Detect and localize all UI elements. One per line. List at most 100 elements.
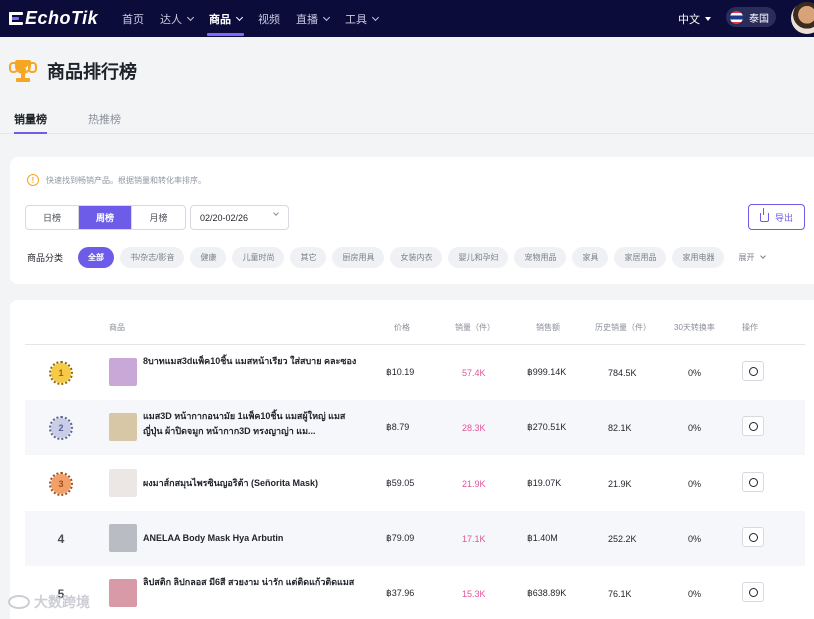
region-selector[interactable]: 泰国 xyxy=(726,7,776,27)
trophy-icon: ★ xyxy=(9,58,37,84)
nav-item-0[interactable]: 首页 xyxy=(114,0,152,37)
language-label: 中文 xyxy=(678,13,700,26)
product-thumbnail[interactable] xyxy=(109,358,137,386)
circle-icon xyxy=(748,532,758,542)
conversion-cell: 0% xyxy=(688,533,702,544)
logo-text: EchoTik xyxy=(25,7,99,28)
column-header-product: 商品 xyxy=(109,323,125,332)
period-weekly-button[interactable]: 周榜 xyxy=(79,206,132,229)
view-detail-button[interactable] xyxy=(742,582,764,602)
tab-sales-ranking[interactable]: 销量榜 xyxy=(14,111,47,134)
sales-cell: 21.9K xyxy=(462,478,486,489)
price-cell: ฿59.05 xyxy=(386,478,415,488)
conversion-cell: 0% xyxy=(688,478,702,489)
category-chip-9[interactable]: 家具 xyxy=(572,246,609,268)
logo-mark-icon xyxy=(9,11,24,26)
product-thumbnail[interactable] xyxy=(109,524,137,552)
table-row[interactable]: 2 แมส3D หน้ากากอนามัย 1แพ็ค10ชิ้น แมสผู้ใ… xyxy=(25,400,805,455)
period-monthly-button[interactable]: 月榜 xyxy=(132,206,185,229)
product-thumbnail[interactable] xyxy=(109,469,137,497)
nav-item-5[interactable]: 工具 xyxy=(337,0,386,37)
tip-text: ! 快速找到畅销产品。根据销量和转化率排序。 xyxy=(27,174,206,186)
category-chip-5[interactable]: 厨房用具 xyxy=(332,246,385,268)
product-name-link[interactable]: แมส3D หน้ากากอนามัย 1แพ็ค10ชิ้น แมสผู้ให… xyxy=(143,409,363,439)
chevron-down-icon xyxy=(235,13,244,21)
category-chip-3[interactable]: 儿童时尚 xyxy=(232,246,285,268)
category-chip-11[interactable]: 家用电器 xyxy=(672,246,725,268)
revenue-cell: ฿999.14K xyxy=(527,367,567,377)
chevron-down-icon xyxy=(322,13,331,21)
ranking-table: 商品 价格 销量（件） 销售额 历史销量（件） 30天转换率 操作 1 8บาทแ… xyxy=(10,300,814,619)
conversion-cell: 0% xyxy=(688,588,702,599)
product-name-link[interactable]: ลิปสติก ลิปกลอส มี6สี สวยงาม น่ารัก แต่ต… xyxy=(143,575,363,590)
product-thumbnail[interactable] xyxy=(109,579,137,607)
product-name-link[interactable]: 8บาทแมส3dแพ็ค10ชิ้น แมสหน้าเรียว ใส่สบาย… xyxy=(143,354,363,369)
price-cell: ฿10.19 xyxy=(386,367,415,377)
date-range-select[interactable]: 02/20-02/26 xyxy=(190,205,289,230)
sales-cell: 28.3K xyxy=(462,422,486,433)
watermark: 大数跨境 xyxy=(8,592,90,612)
period-daily-button[interactable]: 日榜 xyxy=(26,206,79,229)
category-chip-6[interactable]: 女装内衣 xyxy=(390,246,443,268)
echotik-logo[interactable]: EchoTik xyxy=(9,7,98,29)
main-nav: 首页 达人 商品 视频 直播 工具 xyxy=(114,0,386,37)
nav-item-label: 首页 xyxy=(122,13,144,26)
revenue-cell: ฿19.07K xyxy=(527,478,562,488)
view-detail-button[interactable] xyxy=(742,472,764,492)
total-sales-cell: 21.9K xyxy=(608,478,632,489)
revenue-cell: ฿1.40M xyxy=(527,533,558,543)
column-header-price: 价格 xyxy=(394,323,410,332)
expand-label: 展开 xyxy=(738,252,755,262)
product-name-link[interactable]: ผงมาส์กสมุนไพรซินญอริต้า (Señorita Mask) xyxy=(143,476,363,491)
export-icon xyxy=(759,207,769,222)
column-header-actions: 操作 xyxy=(742,323,758,332)
watermark-logo-icon xyxy=(8,595,30,609)
date-range-value: 02/20-02/26 xyxy=(200,212,249,223)
price-cell: ฿8.79 xyxy=(386,422,410,432)
nav-item-label: 视频 xyxy=(258,13,280,26)
category-chip-10[interactable]: 家居用品 xyxy=(614,246,667,268)
period-segmented-control: 日榜 周榜 月榜 xyxy=(25,205,186,230)
nav-item-2[interactable]: 商品 xyxy=(201,0,250,37)
circle-icon xyxy=(748,587,758,597)
view-detail-button[interactable] xyxy=(742,416,764,436)
tab-hot-promotion-ranking[interactable]: 热推榜 xyxy=(88,111,121,127)
category-chip-7[interactable]: 婴儿和孕妇 xyxy=(448,246,509,268)
table-row[interactable]: 3 ผงมาส์กสมุนไพรซินญอริต้า (Señorita Mask… xyxy=(25,456,805,511)
circle-icon xyxy=(748,477,758,487)
category-chip-8[interactable]: 宠物用品 xyxy=(514,246,567,268)
page-title: 商品排行榜 xyxy=(47,62,137,82)
category-chip-1[interactable]: 书/杂志/影音 xyxy=(120,246,185,268)
product-thumbnail[interactable] xyxy=(109,413,137,441)
category-label: 商品分类 xyxy=(27,252,64,263)
view-detail-button[interactable] xyxy=(742,527,764,547)
nav-item-4[interactable]: 直播 xyxy=(288,0,337,37)
category-chip-2[interactable]: 健康 xyxy=(190,246,227,268)
page-header: ★ 商品排行榜 xyxy=(9,58,137,84)
product-name-link[interactable]: ANELAA Body Mask Hya Arbutin xyxy=(143,531,363,546)
user-avatar[interactable] xyxy=(791,2,814,34)
sales-cell: 57.4K xyxy=(462,367,486,378)
category-chip-4[interactable]: 其它 xyxy=(290,246,327,268)
total-sales-cell: 76.1K xyxy=(608,588,632,599)
view-detail-button[interactable] xyxy=(742,361,764,381)
sales-cell: 17.1K xyxy=(462,533,486,544)
nav-item-1[interactable]: 达人 xyxy=(152,0,201,37)
total-sales-cell: 784.5K xyxy=(608,367,637,378)
chevron-down-icon xyxy=(760,252,767,259)
nav-item-3[interactable]: 视频 xyxy=(250,0,288,37)
table-row[interactable]: 1 8บาทแมส3dแพ็ค10ชิ้น แมสหน้าเรียว ใส่สบา… xyxy=(25,345,805,400)
export-label: 导出 xyxy=(774,212,793,223)
ranking-tabs: 销量榜 热推榜 xyxy=(0,106,814,134)
column-header-sales: 销量（件） xyxy=(455,323,495,332)
column-header-conversion: 30天转换率 xyxy=(674,323,715,332)
table-row[interactable]: 5 ลิปสติก ลิปกลอส มี6สี สวยงาม น่ารัก แต่… xyxy=(25,566,805,619)
export-button[interactable]: 导出 xyxy=(748,204,805,230)
circle-icon xyxy=(748,421,758,431)
expand-categories-button[interactable]: 展开 xyxy=(738,252,767,263)
caret-down-icon xyxy=(705,16,711,21)
column-header-revenue: 销售额 xyxy=(536,323,560,332)
language-selector[interactable]: 中文 xyxy=(678,0,711,37)
table-row[interactable]: 4 ANELAA Body Mask Hya Arbutin ฿79.09 17.1K… xyxy=(25,511,805,566)
category-chip-0[interactable]: 全部 xyxy=(78,246,115,268)
